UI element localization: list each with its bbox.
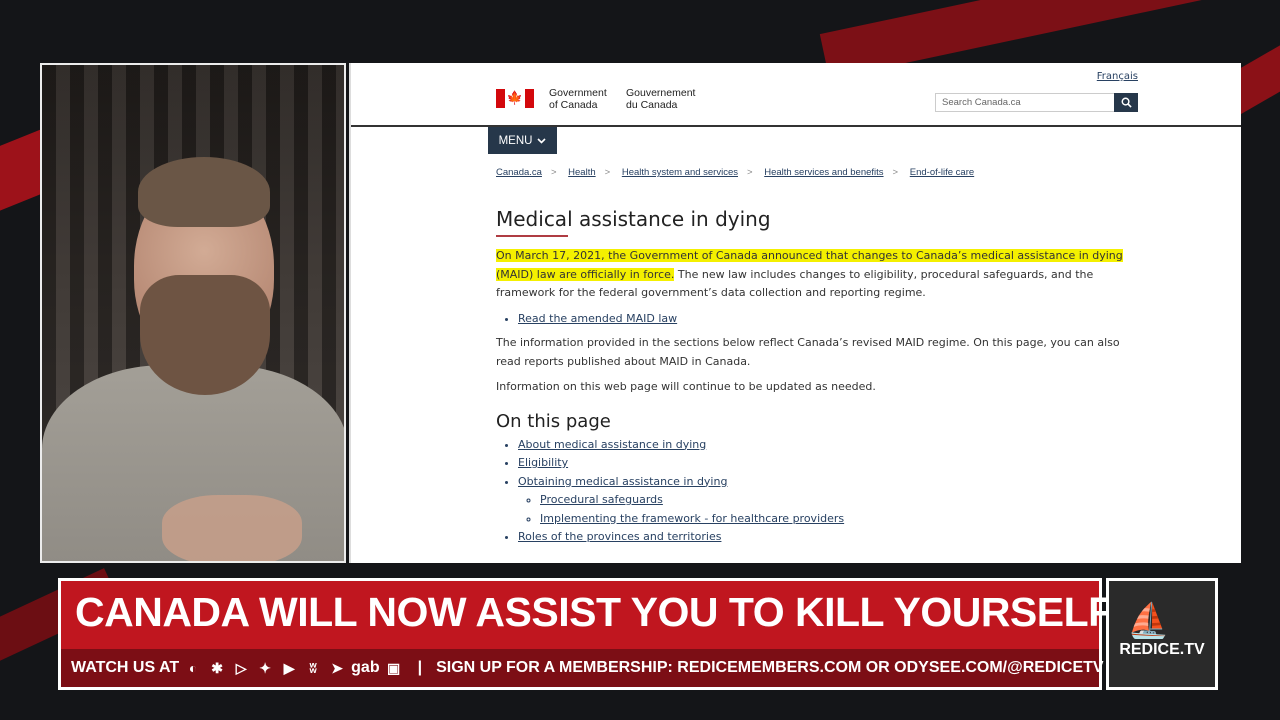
search-input[interactable]: Search Canada.ca [935, 93, 1115, 112]
web-page-panel: Français 🍁 Government of Canada Gouverne… [349, 63, 1241, 563]
headline-text: CANADA WILL NOW ASSIST YOU TO KILL YOURS… [75, 589, 1113, 635]
breadcrumb-link[interactable]: Health system and services [622, 167, 738, 178]
watch-label: WATCH US AT [71, 659, 180, 676]
membership-text: SIGN UP FOR A MEMBERSHIP: REDICEMEMBERS.… [436, 659, 1104, 676]
telegram-icon: ➤ [331, 659, 343, 676]
table-of-contents: About medical assistance in dying Eligib… [496, 436, 1146, 547]
presenter-hand [162, 495, 302, 561]
intro-paragraph: On March 17, 2021, the Government of Can… [496, 249, 1123, 299]
viking-ship-icon: ⛵ [1127, 601, 1170, 641]
main-content: Medical assistance in dying On March 17,… [496, 203, 1146, 553]
chevron-down-icon [537, 137, 547, 144]
gov-wordmark-en[interactable]: Government of Canada [549, 87, 607, 111]
breadcrumb-link[interactable]: Canada.ca [496, 167, 542, 178]
lower-third-banner: CANADA WILL NOW ASSIST YOU TO KILL YOURS… [58, 578, 1113, 690]
ticker-text: WATCH US AT ◐ ✱ ▷ ✦ ▶ ʬ ➤ gab ▣ | SIGN U… [71, 659, 1104, 676]
toc-link-obtaining[interactable]: Obtaining medical assistance in dying [518, 475, 727, 488]
canada-flag-icon: 🍁 [496, 89, 534, 108]
toc-link-framework[interactable]: Implementing the framework - for healthc… [540, 512, 844, 525]
breadcrumb-link[interactable]: End-of-life care [910, 167, 974, 178]
twitter-icon: ✦ [259, 659, 271, 676]
read-amended-law-link[interactable]: Read the amended MAID law [518, 312, 677, 325]
presenter-hair [138, 157, 270, 227]
breadcrumb: Canada.ca > Health > Health system and ser… [496, 167, 975, 178]
update-paragraph: Information on this web page will contin… [496, 380, 876, 393]
odysee-icon: ◐ [188, 660, 198, 676]
webcam-video-panel [40, 63, 346, 563]
youtube-icon: ▶ [283, 659, 295, 676]
rumble-icon: ▷ [235, 659, 247, 676]
headline-bar: CANADA WILL NOW ASSIST YOU TO KILL YOURS… [61, 581, 1113, 649]
toc-link-eligibility[interactable]: Eligibility [518, 456, 568, 469]
search-button[interactable] [1114, 93, 1138, 112]
toc-link-safeguards[interactable]: Procedural safeguards [540, 493, 663, 506]
rocket-icon: ✱ [211, 659, 223, 676]
menu-button[interactable]: MENU [488, 127, 557, 154]
channel-logo: ⛵ REDICE.TV [1106, 578, 1218, 690]
law-link-list: Read the amended MAID law [496, 310, 1146, 329]
logo-text: REDICE.TV [1119, 641, 1205, 658]
toc-link-about[interactable]: About medical assistance in dying [518, 438, 706, 451]
page-title: Medical assistance in dying [496, 207, 1146, 237]
presenter-beard [140, 275, 270, 395]
info-paragraph: The information provided in the sections… [496, 336, 1120, 368]
gab-label: gab [351, 659, 380, 676]
vk-icon: ʬ [309, 660, 317, 676]
breadcrumb-link[interactable]: Health [568, 167, 595, 178]
toc-link-provinces[interactable]: Roles of the provinces and territories [518, 530, 721, 543]
search-icon [1121, 97, 1132, 108]
language-toggle-link[interactable]: Français [1097, 71, 1138, 82]
tv-icon: ▣ [386, 659, 401, 676]
gov-wordmark-fr[interactable]: Gouvernement du Canada [626, 87, 695, 111]
breadcrumb-link[interactable]: Health services and benefits [764, 167, 883, 178]
on-this-page-heading: On this page [496, 410, 611, 432]
site-header: Français 🍁 Government of Canada Gouverne… [351, 63, 1241, 127]
ticker-bar: WATCH US AT ◐ ✱ ▷ ✦ ▶ ʬ ➤ gab ▣ | SIGN U… [61, 649, 1104, 687]
